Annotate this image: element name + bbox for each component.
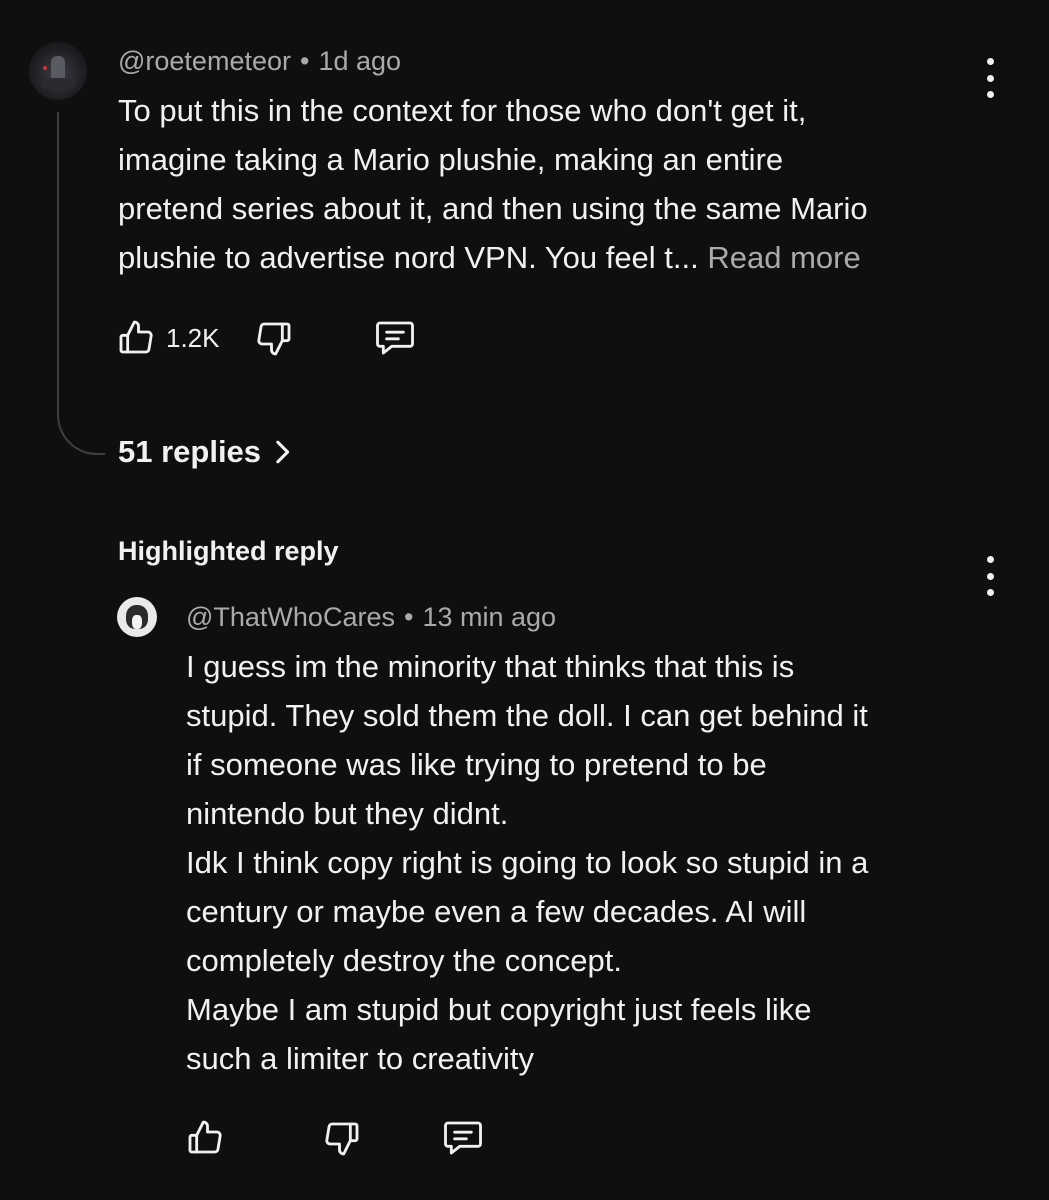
comment-icon <box>376 321 414 355</box>
reply-line: completely destroy the concept. <box>186 943 622 978</box>
reply-button[interactable] <box>441 1118 485 1158</box>
meta-separator: • <box>299 46 310 76</box>
like-count: 1.2K <box>166 323 220 353</box>
thread-connector-line <box>57 112 105 455</box>
reply-line: century or maybe even a few decades. AI … <box>186 894 807 929</box>
thumbs-down-icon <box>257 322 291 356</box>
comment-line: imagine taking a Mario plushie, making a… <box>118 142 784 177</box>
chevron-right-icon <box>276 440 290 464</box>
avatar[interactable] <box>29 42 87 100</box>
highlighted-reply-label: Highlighted reply <box>118 536 339 566</box>
avatar-dog-muzzle <box>132 615 142 629</box>
reply-line: Idk I think copy right is going to look … <box>186 845 869 880</box>
reply-line: if someone was like trying to pretend to… <box>186 747 767 782</box>
dislike-button[interactable] <box>322 1119 362 1159</box>
reply-line: such a limiter to creativity <box>186 1041 534 1076</box>
thumbs-down-icon <box>325 1122 359 1156</box>
avatar[interactable] <box>117 597 157 637</box>
comment-line: plushie to advertise nord VPN. You feel … <box>118 240 699 275</box>
comment-author[interactable]: @roetemeteor <box>118 46 291 76</box>
reply-line: nintendo but they didnt. <box>186 796 509 831</box>
comment-line: To put this in the context for those who… <box>118 93 807 128</box>
avatar-figure-base <box>41 78 75 88</box>
more-vertical-icon[interactable] <box>984 58 996 98</box>
like-button[interactable] <box>185 1117 225 1157</box>
reply-button[interactable] <box>373 318 417 358</box>
more-vertical-icon[interactable] <box>984 556 996 596</box>
thumbs-up-icon <box>119 320 153 354</box>
comment-timestamp[interactable]: 1d ago <box>318 46 401 76</box>
reply-line: stupid. They sold them the doll. I can g… <box>186 698 868 733</box>
reply-text: I guess im the minority that thinks that… <box>186 642 868 1083</box>
view-replies-button[interactable]: 51 replies <box>118 434 291 470</box>
reply-timestamp[interactable]: 13 min ago <box>422 602 556 632</box>
like-button[interactable] <box>116 317 156 357</box>
reply-meta: @ThatWhoCares • 13 min ago <box>186 602 556 633</box>
comment-line-last: plushie to advertise nord VPN. You feel … <box>118 233 868 282</box>
comment-icon <box>444 1121 482 1155</box>
reply-author[interactable]: @ThatWhoCares <box>186 602 395 632</box>
dislike-button[interactable] <box>254 319 294 359</box>
reply-line: I guess im the minority that thinks that… <box>186 649 795 684</box>
thumbs-up-icon <box>188 1120 222 1154</box>
meta-separator: • <box>403 602 414 632</box>
comment-text: To put this in the context for those who… <box>118 86 868 282</box>
read-more-link[interactable]: Read more <box>707 240 860 275</box>
avatar-detail <box>43 66 47 70</box>
comment-line: pretend series about it, and then using … <box>118 191 868 226</box>
comment-meta: @roetemeteor • 1d ago <box>118 46 401 77</box>
reply-line: Maybe I am stupid but copyright just fee… <box>186 992 812 1027</box>
replies-count-label: 51 replies <box>118 434 262 469</box>
